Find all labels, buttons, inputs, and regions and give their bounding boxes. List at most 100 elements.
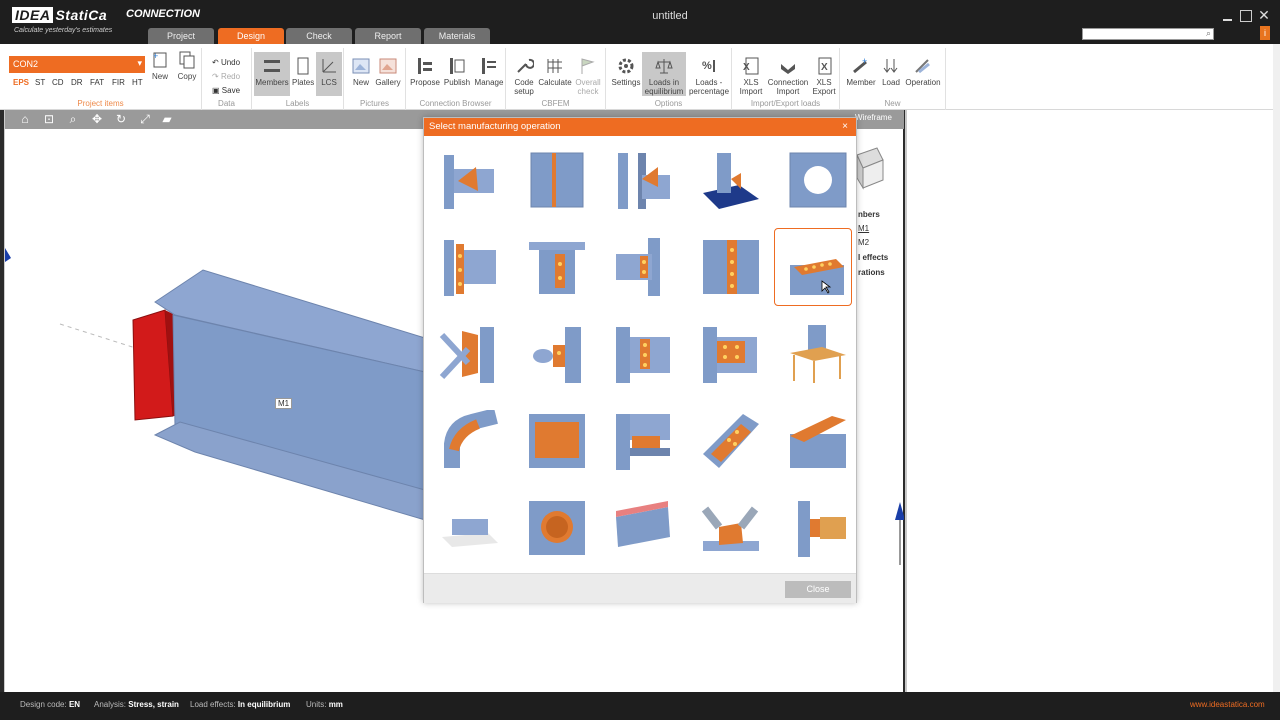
load-type-fat[interactable]: FAT	[90, 78, 104, 87]
overall-check-button[interactable]: Overall check	[574, 56, 602, 96]
ribbon-group-labels: Members Plates LCS Labels	[252, 48, 344, 110]
tree-operations[interactable]: rations	[858, 268, 885, 277]
operation-stiffener[interactable]	[430, 145, 508, 223]
group-label-pictures: Pictures	[360, 99, 389, 108]
group-label-cbfem: CBFEM	[541, 99, 570, 108]
tree-load-effects[interactable]: l effects	[858, 253, 888, 262]
new-member-button[interactable]: + Member	[844, 56, 878, 87]
operation-base-plate[interactable]	[691, 145, 769, 223]
gallery-button[interactable]: Gallery	[374, 56, 402, 87]
lcs-label-toggle[interactable]: LCS	[316, 52, 342, 96]
status-design-code: Design code: EN	[20, 700, 81, 709]
load-type-st[interactable]: ST	[35, 78, 45, 87]
excel-import-icon: X	[743, 57, 759, 75]
tab-design[interactable]: Design	[218, 28, 284, 44]
load-type-fir[interactable]: FIR	[112, 78, 125, 87]
operation-gusset[interactable]	[430, 319, 508, 397]
help-icon[interactable]: i	[1260, 26, 1270, 40]
svg-text:X: X	[821, 62, 828, 73]
new-operation-button[interactable]: Operation	[904, 56, 942, 87]
document-title: untitled	[652, 10, 688, 22]
operation-end-plate[interactable]	[430, 232, 508, 310]
operation-haunch[interactable]	[691, 406, 769, 484]
save-button[interactable]: ▣ Save	[212, 86, 240, 95]
operation-double-cleat[interactable]	[604, 319, 682, 397]
loads-in-equilibrium-toggle[interactable]: Loads in equilibrium	[642, 52, 686, 96]
operation-plate-on-face[interactable]	[517, 406, 595, 484]
operation-shear-key[interactable]	[604, 493, 682, 571]
maximize-icon[interactable]	[1240, 10, 1252, 22]
tab-report[interactable]: Report	[355, 28, 421, 44]
propose-button[interactable]: Propose	[410, 56, 440, 87]
svg-text:X: X	[743, 62, 750, 73]
new-document-icon: +	[153, 51, 167, 68]
project-item-select[interactable]: CON2	[9, 56, 145, 73]
member-label-m1[interactable]: M1	[275, 398, 293, 409]
operation-truss-gusset[interactable]	[691, 493, 769, 571]
status-bar: Design code: EN Analysis: Stress, strain…	[0, 692, 1280, 720]
search-input[interactable]: ⌕	[1082, 28, 1214, 40]
tab-project[interactable]: Project	[148, 28, 214, 44]
load-type-eps[interactable]: EPS	[13, 78, 29, 87]
tree-item-m2[interactable]: M2	[858, 238, 869, 247]
percent-icon: %	[702, 60, 715, 72]
group-label-project-items: Project items	[77, 99, 124, 108]
operation-tube-gusset[interactable]	[517, 319, 595, 397]
minimize-icon[interactable]	[1222, 10, 1234, 22]
publish-button[interactable]: Publish	[442, 56, 472, 87]
operation-fin-plate[interactable]	[517, 232, 595, 310]
load-type-cd[interactable]: CD	[52, 78, 64, 87]
operation-cleat[interactable]	[604, 232, 682, 310]
close-button[interactable]: Close	[785, 581, 851, 598]
calculate-button[interactable]: Calculate	[538, 56, 572, 87]
operation-stub[interactable]	[778, 493, 856, 571]
status-load-effects: Load effects: In equilibrium	[190, 700, 291, 709]
loads-percentage-toggle[interactable]: % Loads - percentage	[688, 56, 730, 96]
settings-button[interactable]: Settings	[610, 56, 642, 87]
members-label-toggle[interactable]: Members	[254, 52, 290, 96]
xls-import-button[interactable]: X XLS Import	[736, 56, 766, 96]
operation-cover-plate[interactable]	[778, 406, 856, 484]
load-type-dr[interactable]: DR	[71, 78, 83, 87]
dialog-close-icon[interactable]: ×	[842, 118, 848, 136]
operation-table[interactable]	[778, 319, 856, 397]
operation-plate-to-plate[interactable]	[517, 145, 595, 223]
operation-flange-splice[interactable]	[774, 228, 852, 306]
new-picture-button[interactable]: New	[350, 56, 372, 87]
undo-button[interactable]: ↶ Undo	[212, 58, 240, 67]
ribbon-group-connection-browser: Propose Publish Manage Connection Browse…	[406, 48, 506, 110]
website-link[interactable]: www.ideastatica.com	[1190, 700, 1265, 709]
xls-export-button[interactable]: X XLS Export	[810, 56, 838, 96]
operation-tube-opening[interactable]	[517, 493, 595, 571]
title-bar: IDEA StatiCa CONNECTION Calculate yesterd…	[0, 0, 1280, 44]
plates-label-toggle[interactable]: Plates	[292, 56, 314, 87]
operation-rib[interactable]	[604, 145, 682, 223]
tree-item-m1[interactable]: M1	[858, 224, 869, 233]
new-item-button[interactable]: + New	[150, 50, 170, 81]
tab-materials[interactable]: Materials	[424, 28, 490, 44]
operation-splice[interactable]	[691, 232, 769, 310]
side-scrollbar[interactable]	[1273, 44, 1280, 692]
wrench-icon	[517, 58, 534, 73]
ribbon-group-options: Settings Loads in equilibrium % Loads - pe…	[606, 48, 732, 110]
manage-button[interactable]: Manage	[473, 56, 505, 87]
ribbon-group-pictures: New Gallery Pictures	[344, 48, 406, 110]
operation-mitre-cut[interactable]	[430, 406, 508, 484]
load-add-icon	[883, 59, 898, 73]
copy-item-button[interactable]: Copy	[176, 50, 198, 81]
operation-cut[interactable]	[604, 406, 682, 484]
redo-button[interactable]: ↷ Redo	[212, 72, 240, 81]
new-load-button[interactable]: Load	[878, 56, 904, 87]
load-type-ht[interactable]: HT	[132, 78, 143, 87]
operation-welded-plate[interactable]	[430, 493, 508, 571]
tree-members[interactable]: nbers	[858, 210, 880, 219]
properties-pane	[905, 110, 1280, 692]
flag-check-icon	[581, 58, 595, 74]
operation-bolted-connection[interactable]	[691, 319, 769, 397]
ribbon-group-cbfem: Code setup Calculate Overall check CBFEM	[506, 48, 606, 110]
tab-check[interactable]: Check	[286, 28, 352, 44]
connection-import-button[interactable]: Connection Import	[766, 56, 810, 96]
close-window-icon[interactable]: ✕	[1258, 8, 1270, 22]
operation-opening[interactable]	[778, 145, 856, 223]
code-setup-button[interactable]: Code setup	[510, 56, 538, 96]
